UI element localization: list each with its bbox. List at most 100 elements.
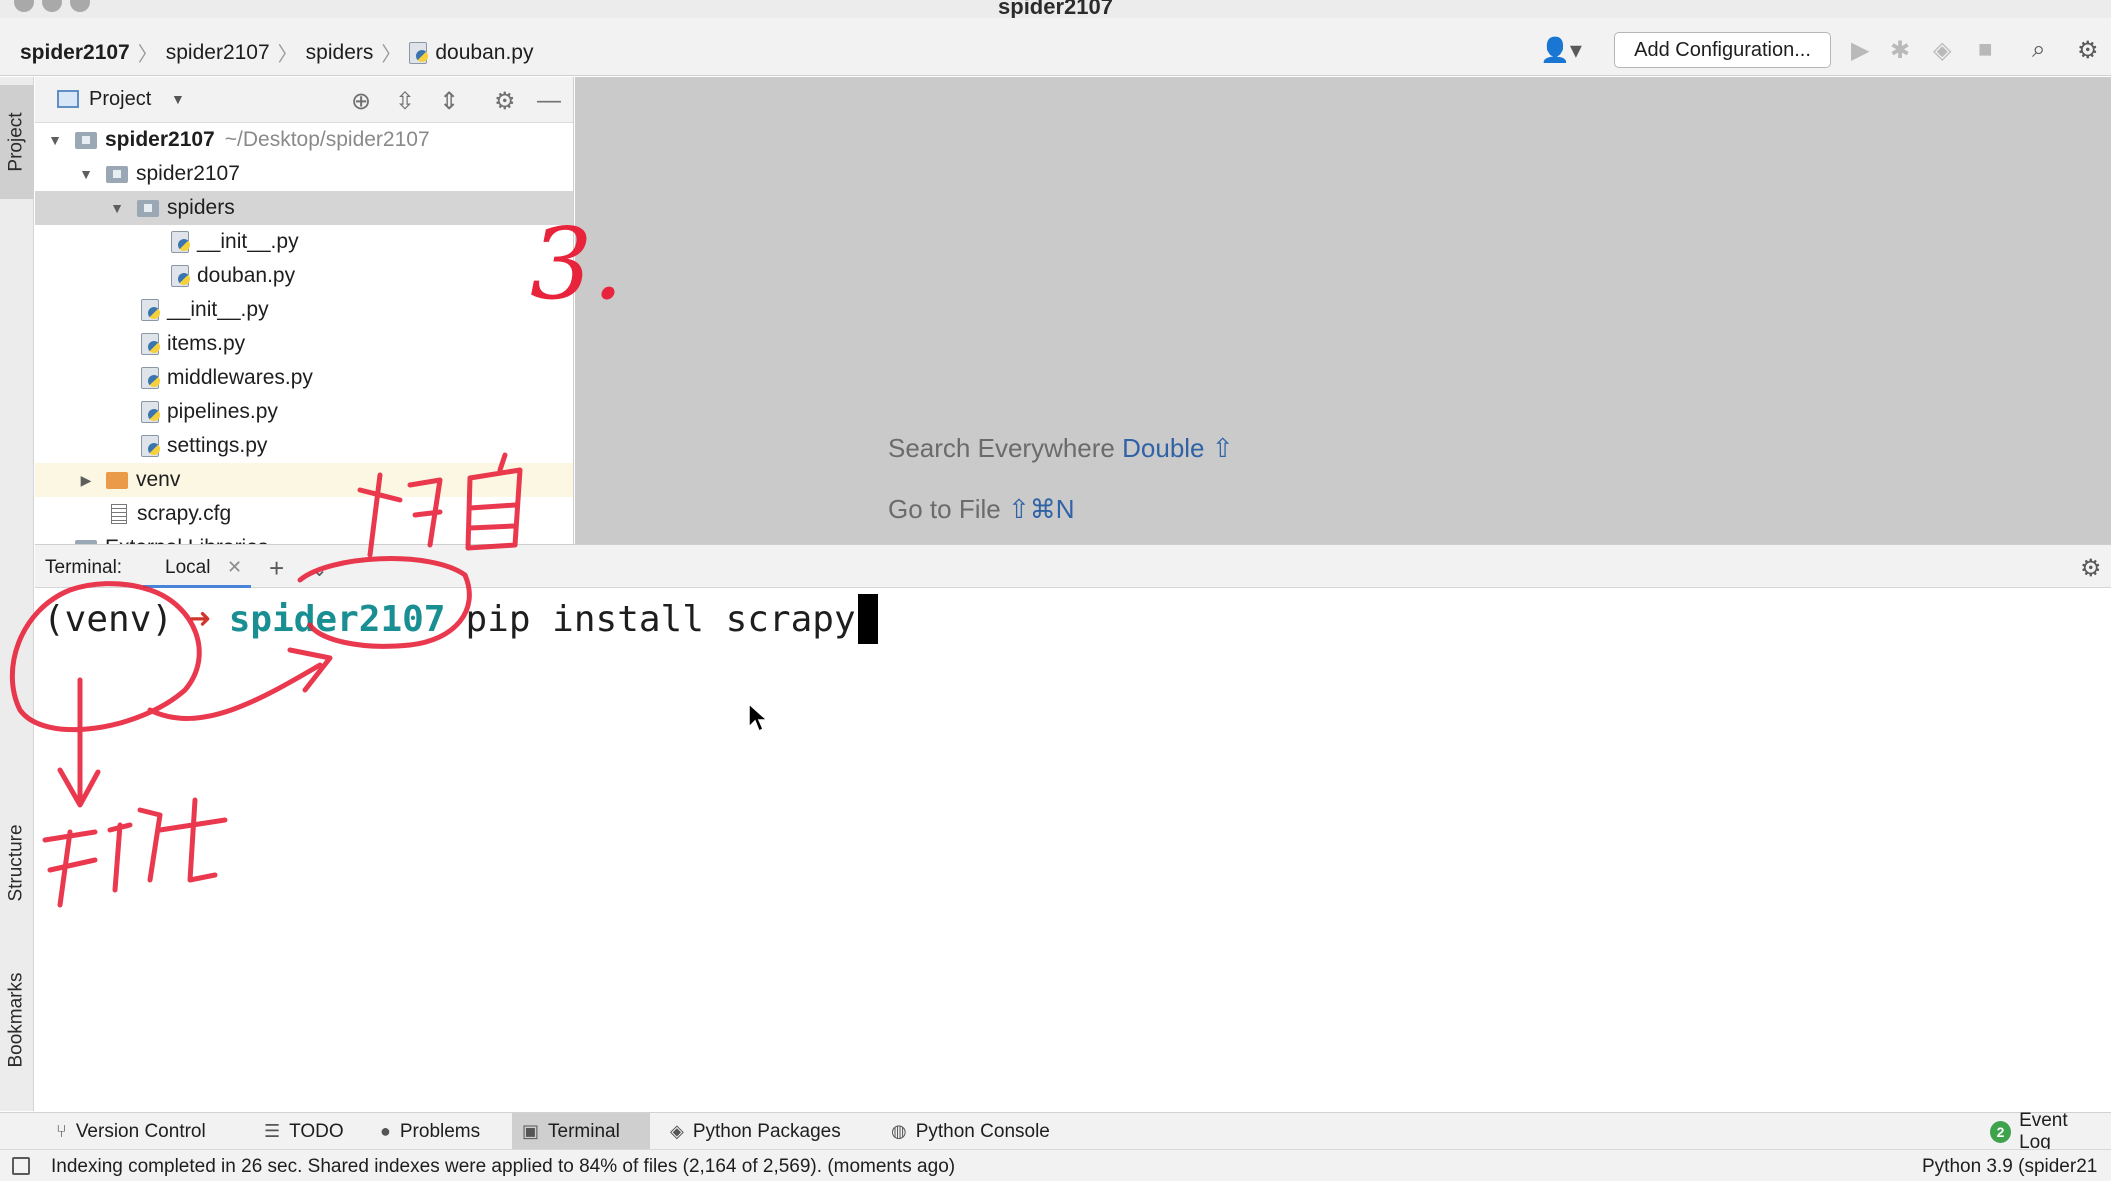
chevron-down-icon[interactable]: ▼ [171,91,185,107]
window-title: spider2107 [998,0,1113,19]
tree-label: pipelines.py [167,400,278,423]
breadcrumb-package[interactable]: spider2107 [166,41,270,65]
structure-tool-tab[interactable]: Structure [0,803,34,923]
terminal-output[interactable]: (venv) ➜ spider2107 pip install scrapy [35,588,2111,1112]
tree-row-file[interactable]: items.py [35,327,573,361]
tool-label: Python Packages [692,1120,841,1142]
python-file-icon [141,401,161,423]
project-panel: Project ▼ ⊕ ⇳ ⇕ ⚙ — ▼ spider2107 ~/Deskt… [35,77,574,544]
tree-row-package[interactable]: ▼ spider2107 [35,157,573,191]
tree-row-spiders[interactable]: ▼ spiders [35,191,573,225]
python-file-icon [171,231,191,253]
breadcrumb-project[interactable]: spider2107 [20,41,130,65]
stop-icon[interactable]: ■ [1978,36,1993,64]
terminal-tool[interactable]: ▣ Terminal [512,1113,650,1150]
todo-tool[interactable]: ☰ TODO [254,1113,354,1150]
version-control-tool[interactable]: ⑂ Version Control [46,1113,216,1150]
hint-shortcut: ⇧⌘N [1007,494,1075,524]
window-title-bar: spider2107 [0,0,2111,19]
add-configuration-button[interactable]: Add Configuration... [1614,32,1831,68]
hide-panel-icon[interactable]: — [537,87,561,115]
bookmarks-tool-tab[interactable]: Bookmarks [0,955,34,1085]
folder-icon [137,199,159,217]
tree-row-file[interactable]: pipelines.py [35,395,573,429]
terminal-header: Terminal: Local ✕ + ⌄ ⚙ [35,544,2111,589]
tree-label: spider2107 [136,162,240,185]
interpreter-widget[interactable]: Python 3.9 (spider21 [1922,1156,2097,1178]
tree-row-file[interactable]: scrapy.cfg [35,497,573,531]
chevron-right-icon[interactable]: ▶ [78,472,94,489]
chevron-down-icon[interactable]: ▼ [47,132,63,148]
chevron-right-icon: 〉 [381,44,402,66]
tree-label: middlewares.py [167,366,313,389]
tree-label: spider2107 [105,128,215,151]
tool-label: Python Console [915,1120,1050,1142]
add-icon[interactable]: + [269,553,284,584]
terminal-icon: ▣ [522,1121,540,1141]
run-icon[interactable]: ▶ [1851,36,1869,65]
search-icon[interactable]: ⌕ [2032,36,2045,64]
gear-icon[interactable]: ⚙ [2077,36,2099,65]
collapse-all-icon[interactable]: ⇕ [439,87,459,116]
prompt-directory: spider2107 [228,598,446,640]
list-icon: ☰ [264,1121,281,1141]
mouse-pointer-icon [748,703,768,733]
gear-icon[interactable]: ⚙ [2080,554,2102,583]
tree-row-project-root[interactable]: ▼ spider2107 ~/Desktop/spider2107 [35,123,573,157]
navigation-bar: spider2107 〉 spider2107 〉 spiders 〉 doub… [0,18,2111,76]
panel-toggle-icon[interactable] [12,1157,30,1175]
breadcrumb: spider2107 〉 spider2107 〉 spiders 〉 doub… [20,38,533,67]
config-file-icon [111,504,127,524]
python-file-icon [141,299,161,321]
folder-icon [75,131,97,149]
breadcrumb-file[interactable]: douban.py [409,41,533,65]
project-view-icon [57,90,79,108]
python-file-icon [171,265,191,287]
text-cursor [857,594,878,644]
left-tool-strip: Project Structure Bookmarks [0,77,34,1111]
breadcrumb-file-label: douban.py [435,40,534,64]
project-panel-title[interactable]: Project [89,88,151,111]
tree-row-file[interactable]: douban.py [35,259,573,293]
tree-row-file[interactable]: __init__.py [35,293,573,327]
chevron-down-icon[interactable]: ▼ [109,200,125,216]
tree-row-file[interactable]: middlewares.py [35,361,573,395]
search-everywhere-hint: Search Everywhere Double ⇧ [888,433,1234,464]
tree-row-venv[interactable]: ▶ venv [35,463,573,497]
structure-tool-label: Structure [6,824,27,902]
tree-row-file[interactable]: settings.py [35,429,573,463]
chevron-down-icon[interactable]: ▼ [78,166,94,182]
terminal-prompt-line[interactable]: (venv) ➜ spider2107 pip install scrapy [43,594,878,644]
breadcrumb-spiders[interactable]: spiders [306,41,374,65]
tree-row-file[interactable]: __init__.py [35,225,573,259]
problems-tool[interactable]: ● Problems [370,1113,490,1150]
terminal-tab-local[interactable]: Local ✕ [143,545,251,589]
python-icon: ◍ [891,1121,907,1141]
user-icon[interactable]: 👤▾ [1540,36,1582,65]
python-file-icon [141,333,161,355]
goto-file-hint: Go to File ⇧⌘N [888,494,1075,525]
hint-shortcut: Double ⇧ [1122,433,1234,463]
locate-icon[interactable]: ⊕ [351,87,371,116]
tree-label: venv [136,468,181,491]
debug-icon[interactable]: ✱ [1890,36,1910,65]
event-log-tool[interactable]: 2 Event Log [1980,1110,2111,1153]
python-console-tool[interactable]: ◍ Python Console [881,1113,1060,1150]
close-icon[interactable]: ✕ [227,557,242,578]
expand-all-icon[interactable]: ⇳ [395,87,415,116]
tree-row-external-libraries[interactable]: ▶ External Libraries [35,531,573,544]
status-message[interactable]: Indexing completed in 26 sec. Shared ind… [51,1156,955,1178]
tool-label: Problems [399,1120,481,1142]
coverage-icon[interactable]: ◈ [1933,36,1951,65]
tree-label: settings.py [167,434,268,457]
event-count-badge: 2 [1990,1120,2012,1143]
python-file-icon [141,435,161,457]
chevron-down-icon[interactable]: ⌄ [311,557,328,582]
python-file-icon [141,367,161,389]
status-bar: Indexing completed in 26 sec. Shared ind… [0,1149,2111,1181]
python-packages-tool[interactable]: ◈ Python Packages [660,1113,851,1150]
tool-window-bar: ⑂ Version Control ☰ TODO ● Problems ▣ Termin… [0,1110,2111,1153]
hint-label: Go to File [888,494,1001,524]
project-tool-tab[interactable]: Project [0,85,34,199]
gear-icon[interactable]: ⚙ [494,87,516,116]
